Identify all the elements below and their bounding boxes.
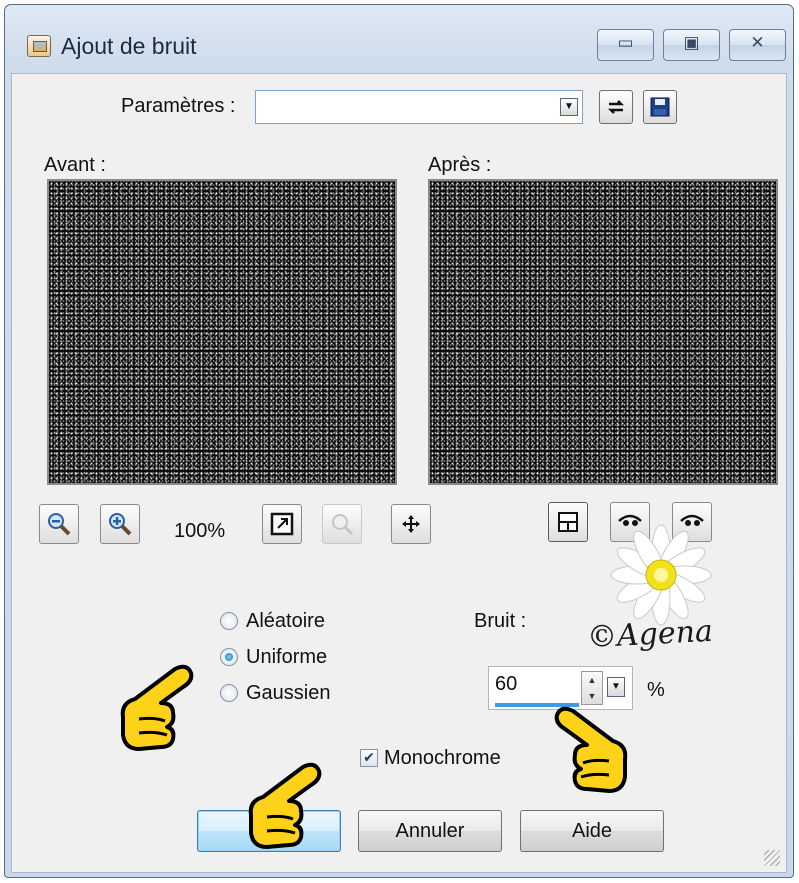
radio-gaussien-label: Gaussien	[246, 681, 331, 704]
check-icon[interactable]: ✔	[360, 749, 378, 767]
dialog-window: Ajout de bruit ▭ ▣ ✕ Paramètres : ▼ Avan…	[4, 4, 794, 878]
percent-unit: %	[647, 679, 665, 701]
save-icon	[650, 97, 670, 117]
pointing-hand-icon	[554, 706, 628, 793]
zoom-level: 100%	[174, 520, 226, 542]
app-icon	[27, 35, 51, 57]
minimize-button[interactable]: ▭	[597, 29, 654, 61]
proof-icon	[558, 512, 578, 532]
resize-grip-icon[interactable]	[764, 850, 780, 866]
save-preset-button[interactable]	[643, 90, 677, 124]
radio-circle[interactable]	[220, 684, 238, 702]
pan-icon	[402, 515, 420, 533]
radio-uniforme-label: Uniforme	[246, 645, 328, 668]
maximize-icon: ▣	[683, 33, 700, 53]
reset-icon	[607, 100, 625, 114]
zoom-out-button[interactable]	[39, 504, 79, 544]
fit-window-button[interactable]	[262, 504, 302, 544]
bruit-value[interactable]: 60	[495, 673, 517, 696]
minimize-icon: ▭	[617, 33, 634, 53]
after-preview	[428, 179, 778, 485]
radio-gaussien[interactable]: Gaussien	[220, 679, 331, 707]
watermark-signature: ©Agena	[586, 613, 714, 656]
chevron-down-icon[interactable]: ▼	[607, 677, 625, 697]
radio-uniforme[interactable]: Uniforme	[220, 643, 327, 671]
chevron-down-icon[interactable]: ▼	[560, 98, 578, 116]
pointing-hand-icon	[248, 762, 322, 849]
close-button[interactable]: ✕	[729, 29, 786, 61]
help-button-label: Aide	[571, 819, 613, 842]
fit-window-icon	[270, 512, 294, 536]
before-preview[interactable]	[47, 179, 397, 485]
proof-button[interactable]	[548, 502, 588, 542]
radio-circle[interactable]	[220, 612, 238, 630]
before-label: Avant :	[44, 154, 106, 176]
zoom-in-button[interactable]	[100, 504, 140, 544]
help-button[interactable]: Aide	[520, 810, 664, 852]
close-icon: ✕	[750, 33, 765, 53]
zoom-disabled-icon	[332, 514, 354, 536]
bruit-label: Bruit :	[474, 610, 527, 632]
spin-up-down-icon[interactable]: ▲ ▼	[581, 671, 603, 705]
pan-button[interactable]	[391, 504, 431, 544]
cancel-button[interactable]: Annuler	[358, 810, 502, 852]
radio-aleatoire[interactable]: Aléatoire	[220, 607, 325, 635]
cancel-button-label: Annuler	[395, 819, 465, 842]
after-label: Après :	[428, 154, 492, 176]
radio-circle-checked[interactable]	[220, 648, 238, 666]
reset-button[interactable]	[599, 90, 633, 124]
zoom-in-icon	[109, 513, 132, 536]
radio-aleatoire-label: Aléatoire	[246, 609, 325, 632]
parametres-combobox[interactable]: ▼	[255, 90, 583, 124]
pointing-hand-icon	[120, 664, 194, 751]
window-title: Ajout de bruit	[61, 33, 197, 59]
monochrome-label: Monochrome	[384, 746, 501, 769]
daisy-icon	[610, 524, 712, 626]
zoom-disabled-button	[322, 504, 362, 544]
maximize-button[interactable]: ▣	[663, 29, 720, 61]
parametres-label: Paramètres :	[121, 95, 236, 117]
zoom-out-icon	[48, 513, 71, 536]
monochrome-checkbox[interactable]: ✔ Monochrome	[360, 744, 501, 772]
